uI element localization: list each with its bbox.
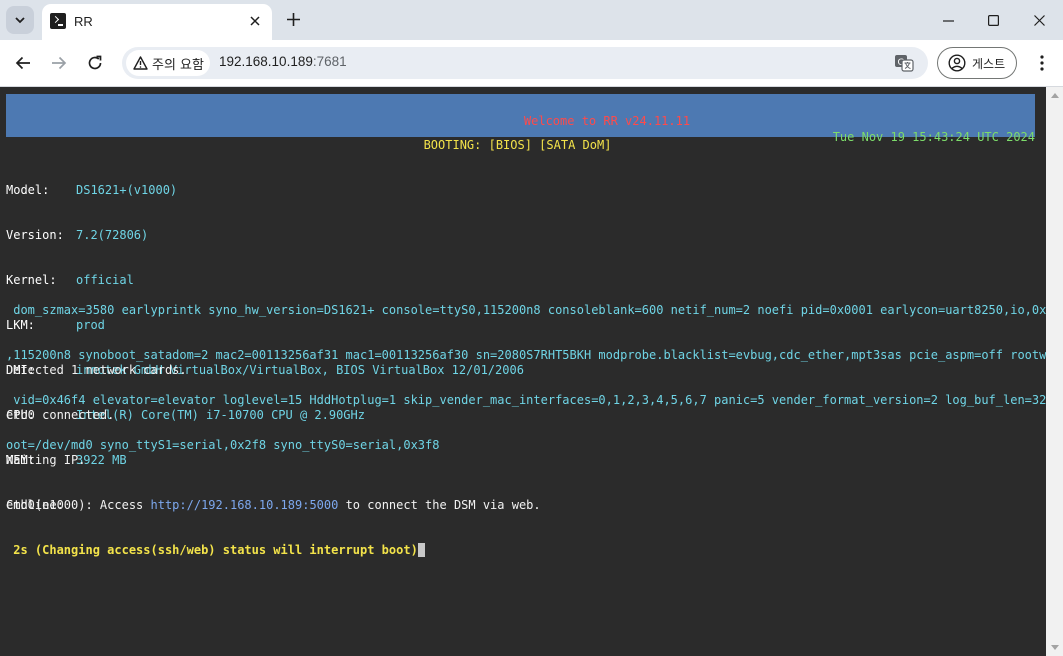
security-chip-label: 주의 요함 (152, 57, 204, 73)
scroll-up-arrow-icon[interactable] (1051, 93, 1059, 98)
forward-arrow-icon (52, 56, 67, 70)
url-host: 192.168.10.189 (219, 54, 313, 69)
info-value: DS1621+(v1000) (76, 183, 178, 197)
boot-log: Detected 1 network cards. eth0 connected… (6, 333, 541, 588)
terminal-viewport[interactable]: Welcome to RR v24.11.11 Tue Nov 19 15:43… (0, 87, 1063, 656)
log-detected: Detected 1 network cards. (6, 363, 187, 377)
new-tab-button[interactable] (282, 8, 304, 30)
warning-icon (133, 56, 148, 70)
window-close-button[interactable] (1016, 0, 1062, 40)
info-label: Version: (6, 228, 64, 242)
tab-title: RR (74, 14, 93, 29)
security-chip[interactable]: 주의 요함 (126, 50, 210, 76)
tab-search-button[interactable] (6, 6, 34, 34)
plus-icon (286, 12, 300, 26)
access-prefix: eth0(e1000): Access (6, 498, 151, 512)
log-access: eth0(e1000): Access http://192.168.10.18… (6, 498, 541, 513)
forward-button[interactable] (45, 49, 73, 77)
info-row-model: Model: DS1621+(v1000) (6, 183, 524, 198)
browser-tab[interactable]: RR (42, 4, 272, 40)
translate-icon[interactable]: G (894, 53, 914, 73)
address-bar[interactable]: 주의 요함 192.168.10.189:7681 G (122, 47, 928, 79)
back-button[interactable] (9, 49, 37, 77)
access-suffix: to connect the DSM via web. (338, 498, 541, 512)
log-waiting: Waiting IP. (6, 453, 86, 467)
url-text: 192.168.10.189:7681 (219, 54, 347, 69)
log-countdown: 2s (Changing access(ssh/web) status will… (6, 543, 541, 558)
reload-button[interactable] (81, 49, 109, 77)
close-icon (250, 16, 260, 26)
back-arrow-icon (15, 56, 30, 70)
terminal-output: BOOTING: [BIOS] [SATA DoM] Model: DS1621+… (0, 87, 1063, 557)
tab-strip: RR (0, 0, 1063, 40)
reload-icon (88, 55, 102, 70)
profile-label: 게스트 (972, 56, 1006, 71)
maximize-button[interactable] (970, 0, 1016, 40)
terminal-favicon-icon (50, 13, 66, 29)
chevron-down-icon (15, 17, 25, 24)
maximize-icon (987, 14, 999, 26)
info-value: 7.2(72806) (76, 228, 149, 242)
profile-icon (948, 54, 966, 72)
info-label: Model: (6, 183, 50, 197)
cmdline-line: dom_szmax=3580 earlyprintk syno_hw_versi… (6, 303, 1063, 317)
dsm-link[interactable]: http://192.168.10.189:5000 (151, 498, 339, 512)
terminal-cursor (417, 543, 425, 557)
log-connected: eth0 connected. (6, 408, 115, 422)
browser-menu-button[interactable] (1030, 49, 1054, 77)
tab-close-button[interactable] (246, 12, 264, 30)
profile-button[interactable]: 게스트 (937, 47, 1017, 79)
boot-line: BOOTING: [BIOS] [SATA DoM] (423, 138, 612, 152)
url-port: :7681 (312, 54, 347, 69)
scroll-down-arrow-icon[interactable] (1051, 645, 1059, 650)
info-row-version: Version: 7.2(72806) (6, 228, 524, 243)
browser-toolbar: 주의 요함 192.168.10.189:7681 G 게스트 (0, 40, 1063, 87)
page-scrollbar[interactable] (1046, 87, 1063, 656)
window-close-icon (1033, 14, 1045, 26)
more-vert-icon (1040, 55, 1044, 71)
minimize-button[interactable] (925, 0, 971, 40)
countdown-text: 2s (Changing access(ssh/web) status will… (6, 543, 418, 557)
minimize-icon (942, 19, 954, 22)
